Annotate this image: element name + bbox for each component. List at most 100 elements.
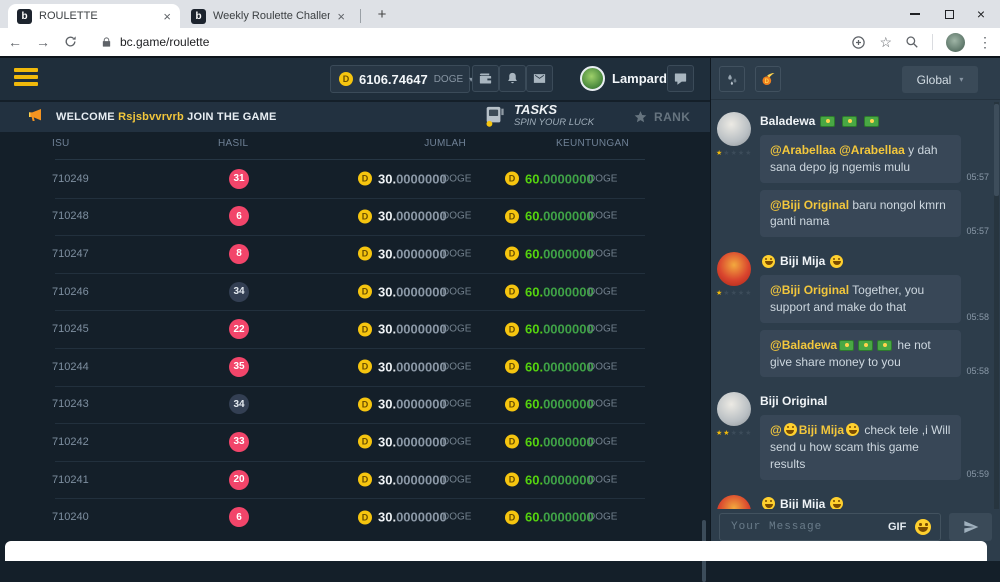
user-menu[interactable]: Lampard ▾ bbox=[580, 66, 678, 91]
window-close-button[interactable]: × bbox=[962, 0, 1000, 28]
profit-amount-cell: D60.0000000 bbox=[505, 171, 594, 186]
table-row[interactable]: 71024634D30.0000000DOGED60.0000000DOGE bbox=[0, 273, 710, 311]
chat-username[interactable]: Baladewa bbox=[760, 114, 989, 128]
wallet-button[interactable] bbox=[472, 65, 499, 92]
mention-link[interactable]: @Biji Original bbox=[770, 283, 849, 297]
tasks-promo[interactable]: TASKS SPIN YOUR LUCK bbox=[483, 103, 594, 129]
bet-currency: DOGE bbox=[442, 361, 471, 372]
search-icon[interactable] bbox=[905, 35, 919, 49]
tasks-title: TASKS bbox=[514, 103, 594, 118]
emoji-picker-icon[interactable] bbox=[915, 519, 931, 535]
chat-bubble: @Biji Original baru nongol kmrn ganti na… bbox=[760, 190, 961, 238]
page-zoom-icon[interactable] bbox=[851, 35, 866, 50]
table-row[interactable]: 71024435D30.0000000DOGED60.0000000DOGE bbox=[0, 348, 710, 386]
rain-button[interactable] bbox=[719, 66, 745, 92]
browser-profile-avatar[interactable] bbox=[946, 33, 965, 52]
balance-selector[interactable]: D 6106.74647 DOGE ▾ bbox=[330, 65, 470, 93]
reload-icon[interactable] bbox=[64, 35, 77, 50]
profit-currency: DOGE bbox=[588, 324, 617, 335]
hamburger-menu-icon[interactable] bbox=[14, 68, 38, 89]
chat-region-dropdown[interactable]: Global ▾ bbox=[902, 66, 978, 93]
amount-integer: 60. bbox=[525, 434, 543, 449]
chat-scrollbar-thumb[interactable] bbox=[994, 104, 999, 196]
mention-link[interactable]: @Arabellaa bbox=[770, 143, 836, 157]
profit-amount: 60.0000000 bbox=[525, 434, 594, 449]
table-row[interactable]: 7102406D30.0000000DOGED60.0000000DOGE bbox=[0, 498, 710, 536]
round-id: 710242 bbox=[52, 436, 89, 448]
chat-user-avatar[interactable] bbox=[717, 252, 751, 286]
star-icon: ★ bbox=[723, 290, 730, 297]
mail-icon bbox=[532, 71, 547, 86]
money-emoji-icon bbox=[842, 116, 857, 127]
chat-user-avatar[interactable] bbox=[717, 112, 751, 146]
forward-icon[interactable]: → bbox=[36, 35, 50, 49]
back-icon[interactable]: ← bbox=[8, 35, 22, 49]
bet-amount: 30.0000000 bbox=[378, 510, 447, 525]
notifications-button[interactable] bbox=[499, 65, 526, 92]
browser-tab-strip: b ROULETTE × b Weekly Roulette Challenge… bbox=[0, 0, 1000, 28]
new-tab-button[interactable]: + bbox=[371, 3, 393, 25]
table-row[interactable]: 7102478D30.0000000DOGED60.0000000DOGE bbox=[0, 235, 710, 273]
tab-weekly-challenge[interactable]: b Weekly Roulette Challenge - Win × bbox=[182, 4, 354, 28]
url-text: bc.game/roulette bbox=[120, 35, 209, 49]
chat-message-input[interactable] bbox=[729, 520, 879, 534]
chat-user-avatar[interactable] bbox=[717, 392, 751, 426]
result-badge: 6 bbox=[229, 507, 249, 527]
messages-button[interactable] bbox=[526, 65, 553, 92]
close-tab-icon[interactable]: × bbox=[337, 10, 345, 23]
welcome-player-name[interactable]: Rsjsbvvrvrb bbox=[118, 111, 184, 123]
profit-amount-cell: D60.0000000 bbox=[505, 322, 594, 337]
doge-coin-icon: D bbox=[358, 435, 372, 449]
bottom-sheet bbox=[5, 541, 987, 561]
chat-username[interactable]: Biji Mija bbox=[760, 254, 989, 268]
table-row[interactable]: 71024522D30.0000000DOGED60.0000000DOGE bbox=[0, 310, 710, 348]
user-star-rating: ★★★★★ bbox=[716, 430, 752, 437]
close-tab-icon[interactable]: × bbox=[163, 10, 171, 23]
profit-currency: DOGE bbox=[588, 173, 617, 184]
tab-roulette[interactable]: b ROULETTE × bbox=[8, 4, 180, 28]
chat-username[interactable]: Biji Original bbox=[760, 394, 989, 408]
window-minimize-button[interactable] bbox=[896, 0, 934, 28]
profit-currency: DOGE bbox=[588, 436, 617, 447]
doge-coin-icon: D bbox=[505, 209, 519, 223]
chat-message: ★★★★★Biji Mija@Biji Original Together, y… bbox=[716, 252, 989, 377]
browser-menu-icon[interactable]: ⋮ bbox=[978, 35, 992, 49]
gif-button[interactable]: GIF bbox=[888, 521, 906, 533]
chat-username[interactable]: Biji Mija bbox=[760, 497, 989, 509]
table-row[interactable]: 71024334D30.0000000DOGED60.0000000DOGE bbox=[0, 386, 710, 424]
bet-amount-cell: D30.0000000 bbox=[358, 397, 447, 412]
amount-integer: 60. bbox=[525, 322, 543, 337]
welcome-banner: WELCOME Rsjsbvvrvrb JOIN THE GAME TASKS … bbox=[0, 102, 710, 132]
bookmark-star-icon[interactable]: ☆ bbox=[879, 35, 892, 49]
mention-link[interactable]: Biji Mija bbox=[799, 423, 844, 437]
amount-decimals: 0000000 bbox=[396, 171, 447, 186]
column-header-hasil: HASIL bbox=[218, 138, 248, 149]
message-timestamp: 05:58 bbox=[966, 366, 989, 377]
table-row[interactable]: 71024120D30.0000000DOGED60.0000000DOGE bbox=[0, 461, 710, 499]
message-text: check tele ,i Will send u how scam this … bbox=[770, 423, 950, 471]
address-bar[interactable]: bc.game/roulette bbox=[91, 31, 837, 53]
profit-amount: 60.0000000 bbox=[525, 397, 594, 412]
amount-decimals: 0000000 bbox=[396, 284, 447, 299]
bet-amount: 30.0000000 bbox=[378, 284, 447, 299]
coindrop-button[interactable]: D bbox=[755, 66, 781, 92]
chat-user-avatar[interactable] bbox=[717, 495, 751, 509]
mention-link[interactable]: @ bbox=[770, 423, 782, 437]
rank-link[interactable]: RANK bbox=[633, 110, 690, 124]
table-row[interactable]: 71024931D30.0000000DOGED60.0000000DOGE bbox=[0, 160, 710, 198]
send-message-button[interactable] bbox=[949, 513, 992, 541]
bet-currency: DOGE bbox=[442, 512, 471, 523]
doge-coin-icon: D bbox=[505, 247, 519, 261]
minimize-icon bbox=[910, 13, 920, 15]
message-text: Biji Original bbox=[760, 394, 827, 408]
table-row[interactable]: 7102486D30.0000000DOGED60.0000000DOGE bbox=[0, 198, 710, 236]
bet-amount: 30.0000000 bbox=[378, 246, 447, 261]
profit-amount: 60.0000000 bbox=[525, 322, 594, 337]
chat-toggle-button[interactable] bbox=[667, 65, 694, 92]
table-row[interactable]: 71024233D30.0000000DOGED60.0000000DOGE bbox=[0, 423, 710, 461]
mention-link[interactable]: @Arabellaa bbox=[839, 143, 905, 157]
mention-link[interactable]: @Biji Original bbox=[770, 198, 849, 212]
amount-decimals: 0000000 bbox=[543, 246, 594, 261]
doge-coin-icon: D bbox=[358, 322, 372, 336]
mention-link[interactable]: @Baladewa bbox=[770, 338, 837, 352]
